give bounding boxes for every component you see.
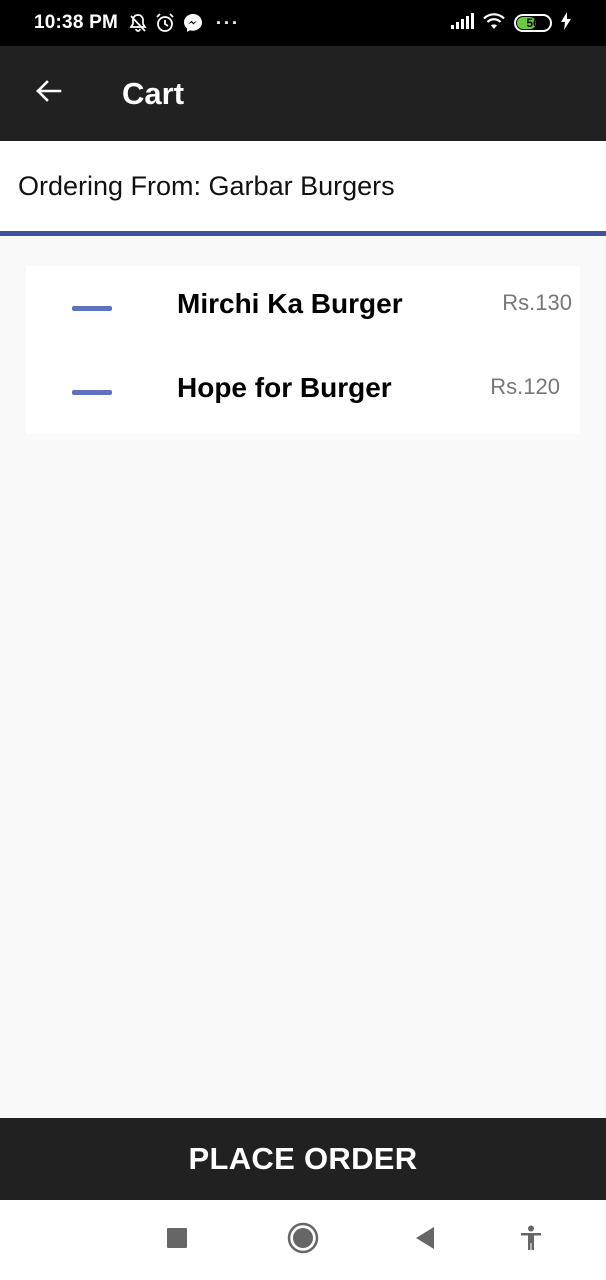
cart-item: Hope for Burger Rs.120 bbox=[26, 350, 580, 434]
cart-item: Mirchi Ka Burger Rs.130 bbox=[26, 266, 580, 350]
accessibility-button[interactable] bbox=[511, 1220, 551, 1260]
wifi-icon bbox=[482, 11, 506, 36]
recents-square-icon bbox=[166, 1227, 188, 1254]
battery-icon: 56 bbox=[514, 14, 552, 32]
status-time: 10:38 PM bbox=[34, 12, 118, 33]
remove-item-button[interactable] bbox=[72, 390, 112, 395]
messenger-icon bbox=[182, 12, 204, 34]
page-title: Cart bbox=[122, 75, 185, 111]
remove-item-button[interactable] bbox=[72, 306, 112, 311]
place-order-button[interactable]: PLACE ORDER bbox=[0, 1118, 606, 1200]
status-notification-icons: ··· bbox=[128, 12, 240, 34]
battery-level: 56 bbox=[526, 16, 540, 30]
back-button[interactable] bbox=[0, 46, 96, 141]
status-system-icons: 56 bbox=[450, 11, 572, 36]
ordering-from-label: Ordering From: Garbar Burgers bbox=[18, 170, 395, 201]
item-price: Rs.120 bbox=[490, 374, 560, 399]
app-bar: Cart bbox=[0, 46, 606, 141]
signal-icon bbox=[450, 12, 474, 35]
item-name: Mirchi Ka Burger bbox=[177, 288, 403, 319]
place-order-label: PLACE ORDER bbox=[188, 1141, 418, 1176]
system-nav-bar bbox=[0, 1200, 606, 1280]
notifications-off-icon bbox=[128, 13, 148, 33]
nav-back-button[interactable] bbox=[405, 1220, 445, 1260]
cart-list: Mirchi Ka Burger Rs.130 Hope for Burger … bbox=[26, 266, 580, 434]
status-bar: 10:38 PM ··· 56 bbox=[0, 0, 606, 46]
home-button[interactable] bbox=[283, 1220, 323, 1260]
item-price: Rs.130 bbox=[502, 290, 572, 315]
back-triangle-icon bbox=[414, 1226, 436, 1255]
home-circle-icon bbox=[287, 1222, 319, 1259]
accessibility-icon bbox=[519, 1225, 543, 1256]
charging-icon bbox=[560, 11, 572, 35]
arrow-left-icon bbox=[33, 76, 63, 111]
recents-button[interactable] bbox=[157, 1220, 197, 1260]
alarm-icon bbox=[154, 12, 176, 34]
item-name: Hope for Burger bbox=[177, 372, 392, 403]
overflow-dots: ··· bbox=[215, 12, 240, 33]
ordering-from-header: Ordering From: Garbar Burgers bbox=[0, 141, 606, 236]
